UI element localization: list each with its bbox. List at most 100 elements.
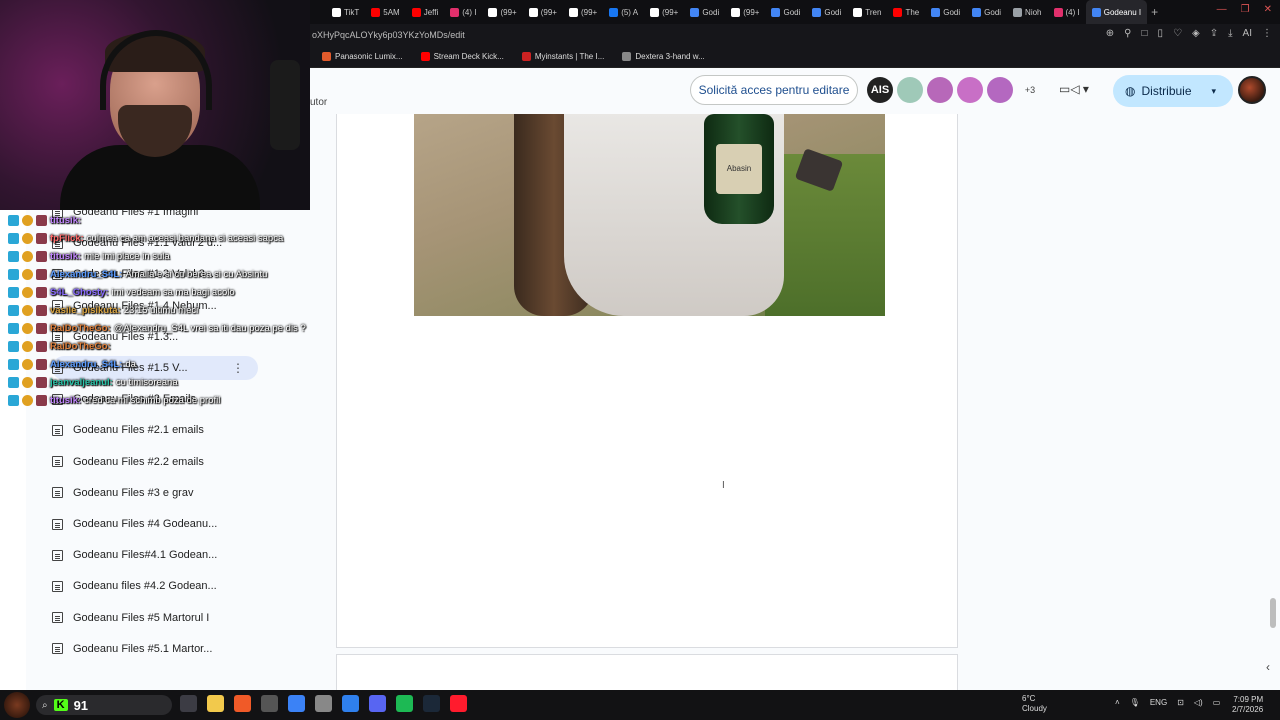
bookmarks-bar: Panasonic Lumix... Stream Deck Kick... Myi… (310, 46, 1280, 68)
outline-item-label: Godeanu Files #4 Godeanu... (73, 518, 218, 530)
browser-tab[interactable]: (4) I (1048, 0, 1086, 24)
opera-icon[interactable] (450, 695, 467, 712)
brave-icon[interactable] (234, 695, 251, 712)
outline-item[interactable]: Godeanu Files #1.5 V... ⋮ (52, 356, 258, 380)
browser-tab[interactable]: (99+ (725, 0, 765, 24)
zoom-icon[interactable]: ⊕ (1106, 28, 1114, 39)
browser-tab[interactable]: Godi (765, 0, 806, 24)
battery-icon[interactable]: ▭ (1213, 698, 1221, 707)
browser-tab[interactable]: (99+ (482, 0, 522, 24)
document-tab-icon (52, 424, 63, 436)
bookmark-item[interactable]: Dextera 3-hand w... (622, 52, 705, 61)
streamlabs-icon[interactable] (342, 695, 359, 712)
outline-item[interactable]: Godeanu Files #1.1 valul 2 d... (52, 231, 252, 255)
browser-tab[interactable]: (5) A (603, 0, 644, 24)
bookmark-item[interactable]: Myinstants | The I... (521, 52, 604, 61)
mobile-icon[interactable]: ▯ (1158, 28, 1164, 39)
close-icon[interactable]: ✕ (1264, 4, 1272, 15)
ai-icon[interactable]: AI (1243, 28, 1252, 39)
browser-tab[interactable]: TikT (326, 0, 365, 24)
browser-tab[interactable]: Jeffi (406, 0, 445, 24)
share-page-icon[interactable]: ⇪ (1210, 28, 1218, 39)
collaborator-avatar[interactable]: AIS (867, 77, 893, 103)
document-tab-icon (52, 456, 63, 468)
file-explorer-icon[interactable] (207, 695, 224, 712)
browser-tab[interactable]: The (887, 0, 925, 24)
outline-item[interactable]: Godeanu Files #2.1 emails (52, 418, 252, 442)
outline-item[interactable]: Godeanu Files #1.3... (52, 325, 252, 349)
more-collaborators-count[interactable]: +3 (1017, 77, 1043, 103)
browser-tab[interactable]: Nioh (1007, 0, 1047, 24)
browser-tab[interactable]: (99+ (644, 0, 684, 24)
pin-icon[interactable]: ⚲ (1124, 28, 1131, 39)
tab-label: (5) A (621, 7, 639, 17)
outline-item[interactable]: Godeanu Files #3 e grav (52, 481, 252, 505)
chevron-up-icon[interactable]: ˄ (1115, 698, 1120, 707)
outline-item[interactable]: Godeanu Files #1.4 Nehum... (52, 294, 252, 318)
browser-tab[interactable]: Godeanu I (1085, 0, 1148, 24)
address-bar[interactable]: oXHyPqcALOYky6p03YKzYoMDs/edit ⊕ ⚲ □ ▯ ♡… (310, 24, 1280, 46)
browser-tab[interactable]: Godi (684, 0, 725, 24)
browser-tab[interactable]: (4) I (444, 0, 482, 24)
url-text[interactable]: oXHyPqcALOYky6p03YKzYoMDs/edit (312, 30, 465, 40)
store-icon[interactable] (288, 695, 305, 712)
steam-icon[interactable] (423, 695, 440, 712)
collaborator-avatar[interactable] (927, 77, 953, 103)
outline-item[interactable]: Godeanu Files #5 Martorul I (52, 606, 252, 630)
outline-item-label: Godeanu Files #2.1 emails (73, 424, 204, 437)
bookmark-item[interactable]: Stream Deck Kick... (420, 52, 504, 61)
volume-icon[interactable]: ◁) (1194, 698, 1203, 707)
share-button[interactable]: ◍ Distribuie ▾ (1113, 75, 1233, 107)
collaborator-avatar[interactable] (987, 77, 1013, 103)
document-page[interactable]: Abasin (336, 114, 958, 648)
outline-item[interactable]: Godeanu Files #2 Emails (52, 387, 252, 411)
clock[interactable]: 7:09 PM 2/7/2026 (1232, 695, 1263, 715)
menu-icon[interactable]: ⋮ (1262, 28, 1272, 39)
outline-item[interactable]: Godeanu files #4.2 Godean... (52, 574, 252, 598)
heart-icon[interactable]: ♡ (1173, 28, 1182, 39)
side-panel-toggle-icon[interactable]: ‹ (1266, 660, 1270, 674)
task-view-icon[interactable] (180, 695, 197, 712)
document-image[interactable]: Abasin (414, 114, 885, 316)
new-tab-button[interactable]: + (1151, 5, 1158, 19)
spotify-icon[interactable] (396, 695, 413, 712)
meet-video-icon[interactable]: ▭◁ ▾ (1059, 82, 1093, 100)
user-avatar[interactable] (1238, 76, 1266, 104)
outline-item[interactable]: Godeanu Files #2.2 emails (52, 450, 252, 474)
request-edit-access-button[interactable]: Solicită acces pentru editare (690, 75, 858, 105)
weather-widget[interactable]: 6°C Cloudy (1022, 694, 1047, 714)
outline-item[interactable]: Godeanu Files #4 Godeanu... (52, 512, 252, 536)
outline-item[interactable]: Godeanu Files #5.1 Martor... (52, 637, 252, 661)
language-indicator[interactable]: ENG (1150, 698, 1167, 707)
browser-tab[interactable]: (99+ (523, 0, 563, 24)
chatgpt-icon[interactable] (315, 695, 332, 712)
screenshot-icon[interactable]: □ (1142, 28, 1148, 39)
restore-icon[interactable]: ❐ (1241, 4, 1250, 15)
collaborator-avatar[interactable] (957, 77, 983, 103)
obs-icon[interactable] (261, 695, 278, 712)
microphone-tray-icon[interactable]: 🎙 (1130, 698, 1140, 707)
document-next-page[interactable] (336, 654, 958, 694)
taskbar-search[interactable]: ⌕ K 91 (36, 695, 172, 715)
browser-tab[interactable]: Godi (925, 0, 966, 24)
browser-tab[interactable]: Godi (806, 0, 847, 24)
browser-tab[interactable]: 5AM (365, 0, 405, 24)
bottle-label: Abasin (716, 144, 762, 194)
browser-tab[interactable]: Godi (966, 0, 1007, 24)
outline-item[interactable]: Godeanu Files#4.1 Godean... (52, 543, 252, 567)
taskbar-avatar[interactable] (4, 692, 30, 718)
browser-tab[interactable]: Tren (847, 0, 887, 24)
vertical-scrollbar[interactable] (1270, 598, 1276, 628)
extensions-icon[interactable]: ◈ (1192, 28, 1200, 39)
chevron-down-icon[interactable]: ▾ (1212, 86, 1217, 97)
document-outline: Godeanu Files #1 Imagini Godeanu Files #1… (26, 200, 336, 690)
minimize-icon[interactable]: — (1217, 4, 1227, 15)
bookmark-item[interactable]: Panasonic Lumix... (322, 52, 403, 61)
more-options-icon[interactable]: ⋮ (232, 361, 244, 375)
outline-item[interactable]: Godeanu Files #1.2 Valul 3 ... (52, 262, 252, 286)
discord-icon[interactable] (369, 695, 386, 712)
browser-tab[interactable]: (99+ (563, 0, 603, 24)
network-icon[interactable]: ⊡ (1177, 698, 1184, 707)
collaborator-avatar[interactable] (897, 77, 923, 103)
download-icon[interactable]: ⤓ (1228, 28, 1232, 39)
